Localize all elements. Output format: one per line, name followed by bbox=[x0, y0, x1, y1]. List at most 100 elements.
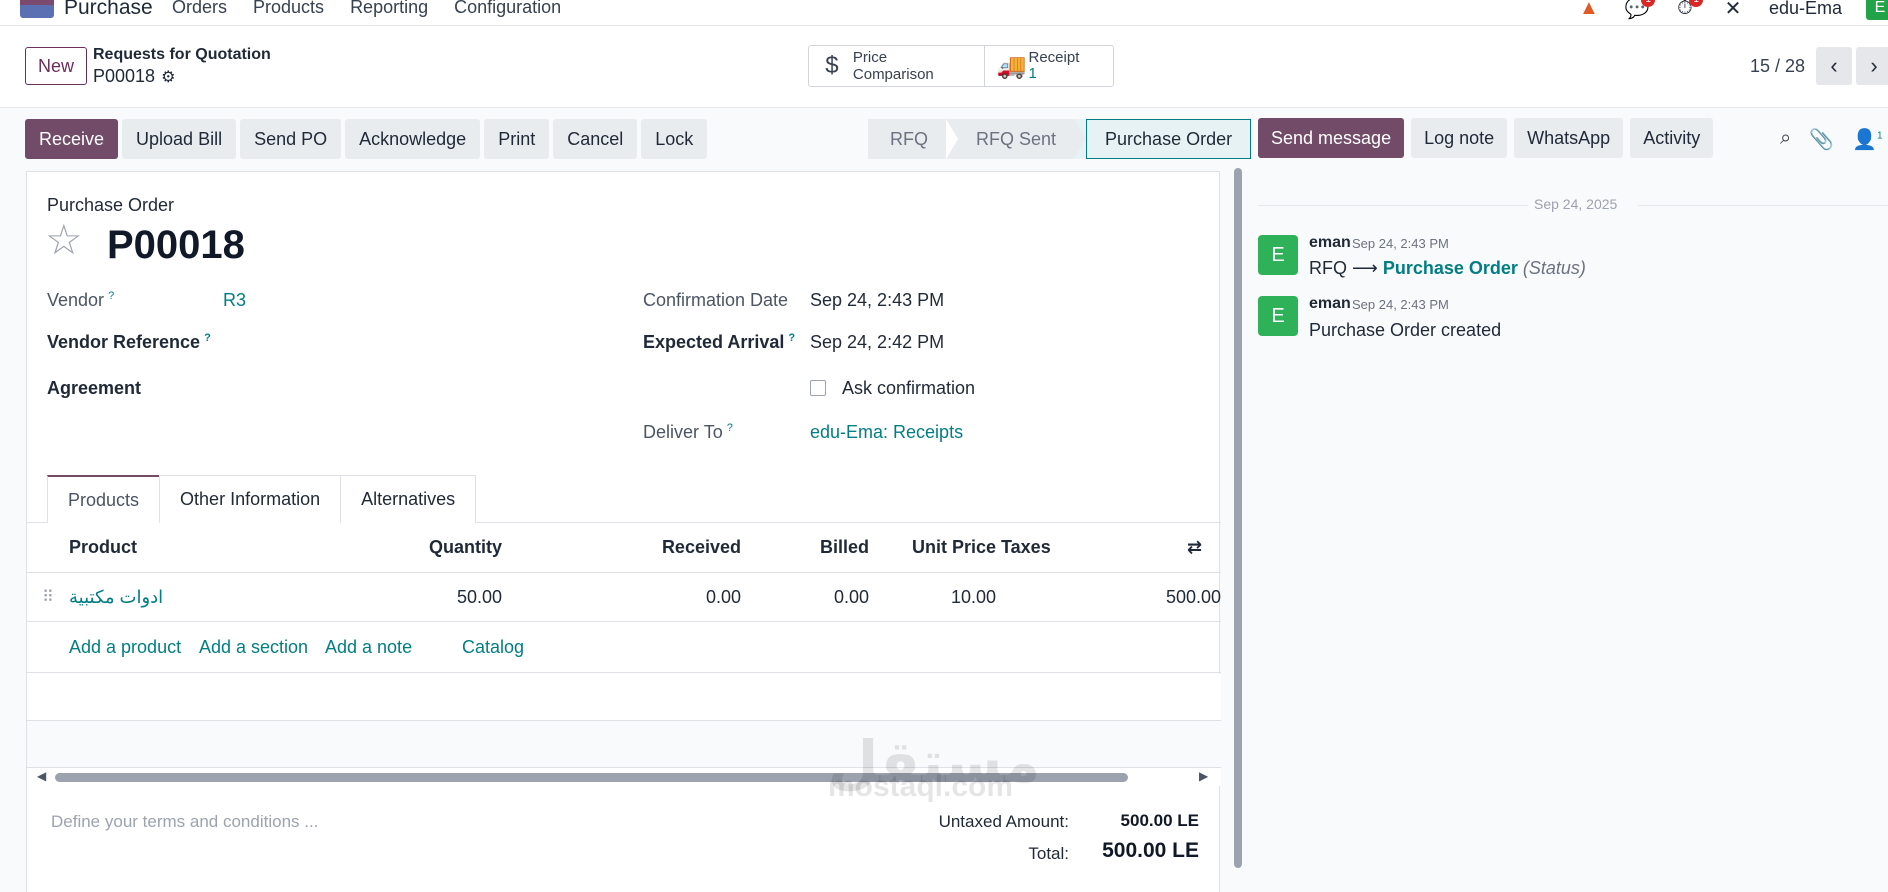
price-comparison-label: Price Comparison bbox=[852, 49, 934, 83]
column-unit-price[interactable]: Unit Price bbox=[912, 537, 996, 558]
table-row[interactable]: ⠿ ادوات مكتبية 50.00 0.00 0.00 10.00 500… bbox=[27, 574, 1221, 622]
catalog-link[interactable]: Catalog bbox=[462, 637, 524, 658]
column-billed[interactable]: Billed bbox=[820, 537, 869, 558]
menu-reporting[interactable]: Reporting bbox=[350, 0, 428, 18]
price-comparison-button[interactable]: $ Price Comparison bbox=[809, 46, 984, 86]
tab-other-information[interactable]: Other Information bbox=[159, 475, 342, 523]
whatsapp-button[interactable]: WhatsApp bbox=[1514, 118, 1624, 158]
new-button[interactable]: New bbox=[25, 47, 87, 85]
scroll-right-icon[interactable]: ▶ bbox=[1199, 769, 1208, 783]
receive-button[interactable]: Receive bbox=[25, 119, 119, 159]
vertical-scroll-thumb[interactable] bbox=[1234, 168, 1242, 868]
date-separator: Sep 24, 2025 bbox=[1258, 195, 1888, 215]
column-quantity[interactable]: Quantity bbox=[429, 537, 502, 558]
expected-arrival-value[interactable]: Sep 24, 2:42 PM bbox=[810, 332, 944, 353]
drag-handle-icon[interactable]: ⠿ bbox=[42, 587, 54, 607]
receipt-button[interactable]: 🚚 Receipt 1 bbox=[983, 46, 1114, 86]
row-product[interactable]: ادوات مكتبية bbox=[69, 587, 163, 608]
watermark-arabic: مستقل bbox=[828, 730, 1041, 795]
order-name: P00018 bbox=[107, 223, 245, 267]
send-message-button[interactable]: Send message bbox=[1258, 118, 1405, 158]
activities-clock-icon[interactable]: ⏱1 bbox=[1673, 0, 1703, 19]
deliver-to-value[interactable]: edu-Ema: Receipts bbox=[810, 422, 963, 443]
pager-previous-button[interactable]: ‹ bbox=[1816, 47, 1852, 85]
vertical-scrollbar[interactable] bbox=[1233, 160, 1243, 892]
vendor-reference-help-icon[interactable]: ? bbox=[204, 332, 211, 344]
pager-value[interactable]: 15 / 28 bbox=[1750, 56, 1805, 77]
send-po-button[interactable]: Send PO bbox=[240, 119, 342, 159]
vendor-help-icon[interactable]: ? bbox=[108, 290, 114, 302]
print-button[interactable]: Print bbox=[484, 119, 550, 159]
vendor-value[interactable]: R3 bbox=[223, 290, 246, 311]
receipt-stack: Receipt 1 bbox=[1029, 50, 1080, 82]
confirmation-date-value[interactable]: Sep 24, 2:43 PM bbox=[810, 290, 944, 311]
smart-buttons: $ Price Comparison 🚚 Receipt 1 bbox=[808, 45, 1114, 87]
cancel-button[interactable]: Cancel bbox=[553, 119, 638, 159]
row-received[interactable]: 0.00 bbox=[706, 587, 741, 608]
breadcrumb-current: P00018 ⚙ bbox=[93, 66, 175, 87]
messages-icon[interactable]: 💬1 bbox=[1625, 0, 1655, 20]
search-icon[interactable]: ⌕ bbox=[1780, 127, 1791, 152]
message-author[interactable]: eman bbox=[1309, 295, 1351, 313]
acknowledge-button[interactable]: Acknowledge bbox=[345, 119, 481, 159]
row-billed[interactable]: 0.00 bbox=[834, 587, 869, 608]
user-avatar[interactable]: E bbox=[1866, 0, 1888, 20]
stage-rfq-sent[interactable]: RFQ Sent bbox=[958, 119, 1075, 159]
optional-columns-icon[interactable]: ⇄ bbox=[1187, 537, 1202, 558]
tab-alternatives[interactable]: Alternatives bbox=[340, 475, 477, 523]
total-label: Total: bbox=[1028, 844, 1069, 863]
vendor-reference-label-text: Vendor Reference bbox=[47, 332, 201, 352]
activity-button[interactable]: Activity bbox=[1630, 118, 1714, 158]
column-taxes[interactable]: Taxes bbox=[1001, 537, 1051, 558]
horizontal-scrollbar[interactable]: ◀ ▶ bbox=[27, 768, 1221, 786]
menu-orders[interactable]: Orders bbox=[172, 0, 227, 18]
empty-row bbox=[27, 674, 1221, 721]
user-company[interactable]: edu-Ema bbox=[1769, 0, 1842, 19]
followers-icon[interactable]: 👤1 bbox=[1852, 127, 1882, 152]
purchase-app-icon[interactable] bbox=[20, 0, 54, 18]
expected-arrival-label: Expected Arrival? bbox=[643, 332, 795, 353]
avatar[interactable]: E bbox=[1258, 296, 1298, 336]
add-note-link[interactable]: Add a note bbox=[325, 637, 412, 658]
gear-icon[interactable]: ⚙ bbox=[161, 67, 175, 87]
breadcrumb-parent[interactable]: Requests for Quotation bbox=[93, 46, 271, 64]
scroll-left-icon[interactable]: ◀ bbox=[37, 769, 46, 783]
main-menu: Orders Products Reporting Configuration bbox=[172, 0, 561, 18]
activities-badge: 1 bbox=[1689, 0, 1703, 7]
ask-confirmation-label[interactable]: Ask confirmation bbox=[842, 378, 975, 399]
deliver-to-label: Deliver To? bbox=[643, 422, 733, 443]
tab-products[interactable]: Products bbox=[47, 475, 161, 523]
confirmation-date-label: Confirmation Date bbox=[643, 290, 789, 310]
row-quantity[interactable]: 50.00 bbox=[457, 587, 502, 608]
terms-conditions-field[interactable]: Define your terms and conditions ... bbox=[51, 812, 318, 832]
vendor-label: Vendor? bbox=[47, 290, 114, 311]
upload-bill-button[interactable]: Upload Bill bbox=[122, 119, 237, 159]
column-received[interactable]: Received bbox=[662, 537, 741, 558]
avatar[interactable]: E bbox=[1258, 235, 1298, 275]
message-tracking: RFQ ⟶ Purchase Order (Status) bbox=[1309, 258, 1586, 279]
column-product[interactable]: Product bbox=[69, 537, 137, 558]
assistant-icon[interactable]: ▲ bbox=[1577, 0, 1601, 19]
star-icon[interactable]: ☆ bbox=[45, 219, 83, 261]
stage-purchase-order[interactable]: Purchase Order bbox=[1086, 119, 1252, 159]
paperclip-icon[interactable]: 📎 bbox=[1809, 127, 1834, 152]
menu-products[interactable]: Products bbox=[253, 0, 324, 18]
agreement-label: Agreement bbox=[47, 378, 142, 398]
deliver-to-label-text: Deliver To bbox=[643, 422, 723, 442]
row-subtotal: 500.00 bbox=[1165, 587, 1221, 607]
menu-configuration[interactable]: Configuration bbox=[454, 0, 561, 18]
log-note-button[interactable]: Log note bbox=[1411, 118, 1508, 158]
ask-confirmation-checkbox[interactable] bbox=[810, 380, 826, 396]
add-product-link[interactable]: Add a product bbox=[69, 637, 181, 658]
lock-button[interactable]: Lock bbox=[641, 119, 708, 159]
message-author[interactable]: eman bbox=[1309, 234, 1351, 252]
stage-rfq[interactable]: RFQ bbox=[868, 119, 946, 159]
add-section-link[interactable]: Add a section bbox=[199, 637, 308, 658]
app-name[interactable]: Purchase bbox=[64, 0, 153, 20]
debug-tools-icon[interactable]: ✕ bbox=[1721, 0, 1745, 20]
row-unit-price[interactable]: 10.00 bbox=[951, 587, 996, 608]
expected-arrival-help-icon[interactable]: ? bbox=[788, 332, 795, 344]
pager-next-button[interactable]: › bbox=[1856, 47, 1888, 85]
deliver-to-help-icon[interactable]: ? bbox=[727, 422, 733, 434]
message-body: Purchase Order created bbox=[1309, 320, 1502, 340]
